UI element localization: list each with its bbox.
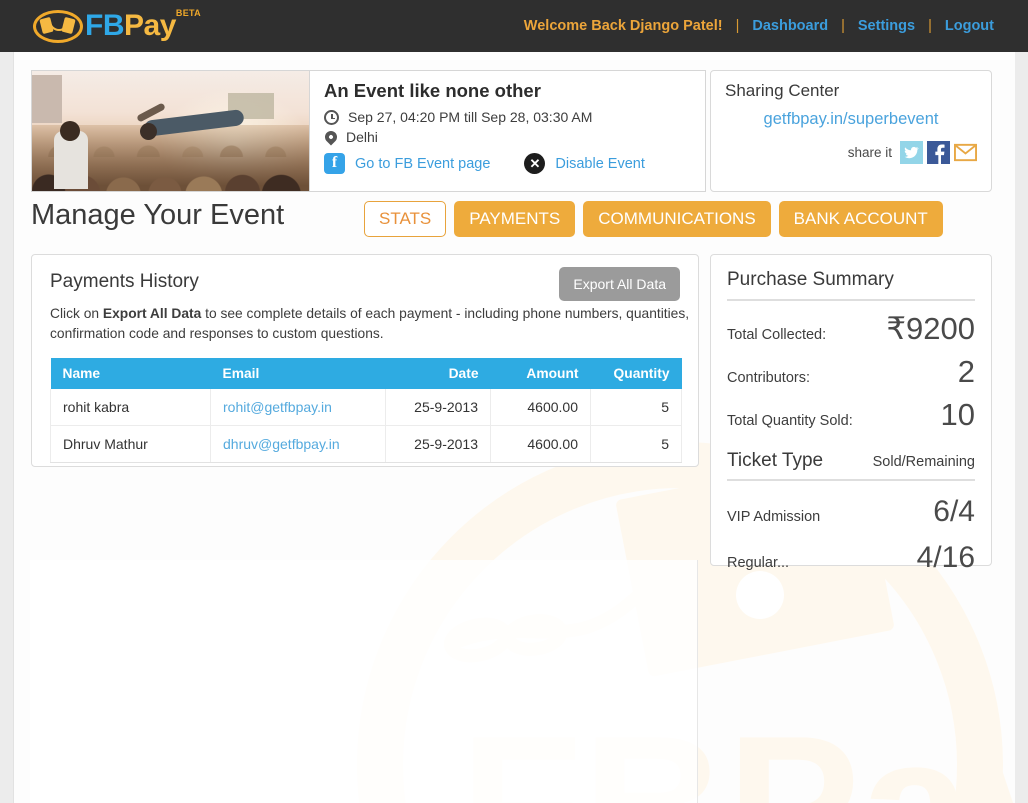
cell-amount: 4600.00	[490, 389, 591, 427]
sharing-center-title: Sharing Center	[725, 81, 840, 100]
ticket-name: VIP Admission	[727, 509, 821, 525]
note-bold: Export All Data	[102, 306, 202, 321]
location-pin-icon	[322, 128, 340, 146]
manage-tabs: STATS PAYMENTS COMMUNICATIONS BANK ACCOU…	[364, 201, 943, 237]
nav-separator: |	[928, 18, 932, 34]
quantity-sold-label: Total Quantity Sold:	[727, 413, 853, 429]
facebook-icon: f	[324, 153, 345, 174]
logo-beta-badge: BETA	[175, 8, 201, 18]
welcome-message: Welcome Back Django Patel!	[523, 18, 723, 34]
tab-stats[interactable]: STATS	[364, 201, 447, 237]
note-prefix: Click on	[50, 306, 103, 321]
ticket-type-header: Ticket Type Sold/Remaining	[727, 450, 975, 481]
total-collected-label: Total Collected:	[727, 327, 827, 343]
event-location: Delhi	[346, 129, 378, 145]
event-header-row: An Event like none other Sep 27, 04:20 P…	[31, 70, 706, 192]
table-header-row: Name Email Date Amount Quantity	[50, 358, 682, 390]
logo-text-fb: FB	[85, 9, 125, 42]
sharing-center-panel: Sharing Center getfbpay.in/superbevent s…	[710, 70, 992, 192]
email-icon[interactable]	[954, 141, 977, 164]
cell-quantity: 5	[590, 425, 682, 464]
cell-quantity: 5	[590, 389, 682, 427]
export-all-data-button[interactable]: Export All Data	[559, 267, 680, 301]
go-to-fb-event-page-link[interactable]: Go to FB Event page	[355, 156, 490, 172]
share-url-link[interactable]: getfbpay.in/superbevent	[725, 110, 977, 129]
cell-amount: 4600.00	[490, 425, 591, 464]
ticket-value: 4/16	[916, 541, 975, 574]
nav-separator: |	[841, 18, 845, 34]
event-location-row: Delhi	[322, 128, 705, 146]
ticket-type-title: Ticket Type	[727, 450, 824, 471]
share-buttons-row: share it	[725, 141, 977, 164]
nav-link-logout[interactable]: Logout	[945, 18, 994, 34]
facebook-icon[interactable]	[927, 141, 950, 164]
tab-communications[interactable]: COMMUNICATIONS	[583, 201, 771, 237]
logo-text-pay: Pay	[124, 9, 176, 42]
quantity-sold-row: Total Quantity Sold: 10	[727, 399, 975, 430]
column-header-email[interactable]: Email	[210, 358, 386, 390]
disable-event-link[interactable]: Disable Event	[555, 156, 644, 172]
contributors-label: Contributors:	[727, 370, 811, 386]
event-info: An Event like none other Sep 27, 04:20 P…	[310, 70, 706, 192]
column-header-name[interactable]: Name	[50, 358, 211, 390]
fbpay-logo-icon	[31, 7, 87, 45]
ticket-value: 6/4	[933, 495, 975, 528]
tab-bank-account[interactable]: BANK ACCOUNT	[778, 201, 943, 237]
share-it-label: share it	[847, 145, 892, 160]
cell-date: 25-9-2013	[385, 389, 491, 427]
tab-payments[interactable]: PAYMENTS	[454, 201, 576, 237]
contributors-value: 2	[957, 354, 975, 389]
event-action-links: f Go to FB Event page ✕ Disable Event	[324, 153, 705, 174]
nav-link-settings[interactable]: Settings	[858, 18, 915, 34]
app-page: FBPay FB Pay BETA Welcome Back Django Pa…	[0, 0, 1028, 803]
cell-email-link[interactable]: dhruv@getfbpay.in	[223, 436, 340, 452]
payments-table: Name Email Date Amount Quantity rohit ka…	[50, 358, 682, 464]
cell-name: Dhruv Mathur	[50, 425, 211, 464]
purchase-summary-panel: Purchase Summary Total Collected: ₹9200 …	[710, 254, 992, 573]
cell-email-link[interactable]: rohit@getfbpay.in	[223, 399, 332, 415]
quantity-sold-value: 10	[940, 397, 975, 432]
nav-links-group: Welcome Back Django Patel! | Dashboard |…	[524, 0, 994, 52]
cell-name: rohit kabra	[50, 389, 211, 427]
payments-history-panel: Payments History Export All Data Click o…	[31, 254, 699, 467]
event-datetime-row: Sep 27, 04:20 PM till Sep 28, 03:30 AM	[324, 109, 705, 125]
contributors-row: Contributors: 2	[727, 356, 975, 387]
page-title: Manage Your Event	[31, 199, 285, 231]
ticket-name: Regular...	[727, 555, 790, 571]
table-row: Dhruv Mathur dhruv@getfbpay.in 25-9-2013…	[50, 425, 682, 464]
close-icon: ✕	[524, 153, 546, 174]
column-header-amount[interactable]: Amount	[490, 358, 591, 390]
ticket-row: VIP Admission 6/4	[727, 497, 975, 527]
table-row: rohit kabra rohit@getfbpay.in 25-9-2013 …	[50, 389, 682, 427]
nav-link-dashboard[interactable]: Dashboard	[752, 18, 828, 34]
event-datetime: Sep 27, 04:20 PM till Sep 28, 03:30 AM	[348, 109, 593, 125]
total-collected-value: ₹9200	[886, 311, 975, 346]
content-mask	[30, 560, 698, 803]
ticket-row: Regular... 4/16	[727, 543, 975, 573]
top-navigation-bar: FB Pay BETA Welcome Back Django Patel! |…	[0, 0, 1028, 52]
fbpay-logo[interactable]: FB Pay BETA	[31, 6, 201, 46]
twitter-icon[interactable]	[900, 141, 923, 164]
event-title: An Event like none other	[324, 80, 541, 101]
total-collected-row: Total Collected: ₹9200	[727, 313, 975, 344]
clock-icon	[324, 109, 339, 125]
nav-separator: |	[735, 18, 740, 34]
column-header-quantity[interactable]: Quantity	[590, 358, 682, 390]
payments-note: Click on Export All Data to see complete…	[50, 304, 690, 343]
sold-remaining-label: Sold/Remaining	[872, 454, 975, 470]
cell-date: 25-9-2013	[385, 425, 491, 464]
column-header-date[interactable]: Date	[385, 358, 491, 390]
event-photo	[31, 70, 310, 192]
purchase-summary-title: Purchase Summary	[727, 269, 975, 301]
